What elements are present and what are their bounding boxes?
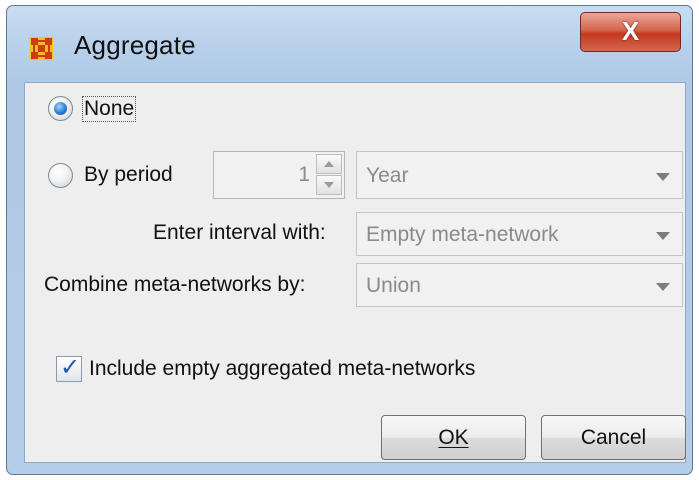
enter-interval-label: Enter interval with:: [153, 221, 326, 244]
arrow-down-icon[interactable]: [316, 175, 342, 195]
ok-button-label: OK: [438, 426, 469, 449]
dialog-title: Aggregate: [74, 30, 196, 60]
aggregate-dialog: Aggregate X None By period 1 Year Enter …: [6, 5, 693, 475]
dialog-content: None By period 1 Year Enter interval wit…: [24, 82, 686, 463]
period-count-value: 1: [298, 163, 310, 186]
enter-interval-value: Empty meta-network: [366, 223, 559, 246]
none-label[interactable]: None: [81, 96, 137, 122]
close-button[interactable]: X: [580, 12, 681, 52]
combine-dropdown[interactable]: Union: [356, 263, 683, 307]
enter-interval-dropdown[interactable]: Empty meta-network: [356, 212, 683, 256]
include-empty-label[interactable]: Include empty aggregated meta-networks: [89, 357, 475, 381]
by-period-radio[interactable]: [48, 163, 73, 188]
chevron-down-icon: [656, 232, 670, 240]
period-count-spinner[interactable]: 1: [213, 151, 345, 199]
chevron-down-icon: [656, 283, 670, 291]
period-unit-dropdown[interactable]: Year: [356, 151, 683, 199]
none-radio[interactable]: [48, 96, 73, 121]
arrow-up-icon[interactable]: [316, 154, 342, 174]
network-grid-icon: [30, 37, 53, 60]
by-period-label[interactable]: By period: [84, 163, 173, 187]
close-icon: X: [621, 16, 640, 46]
title-bar[interactable]: Aggregate X: [7, 6, 692, 82]
include-empty-checkbox[interactable]: [56, 353, 82, 382]
cancel-button[interactable]: Cancel: [541, 415, 686, 460]
ok-button[interactable]: OK: [381, 415, 526, 460]
period-unit-value: Year: [366, 164, 409, 187]
combine-label: Combine meta-networks by:: [44, 273, 306, 296]
chevron-down-icon: [656, 173, 670, 181]
cancel-button-label: Cancel: [580, 426, 647, 449]
combine-value: Union: [366, 274, 421, 297]
